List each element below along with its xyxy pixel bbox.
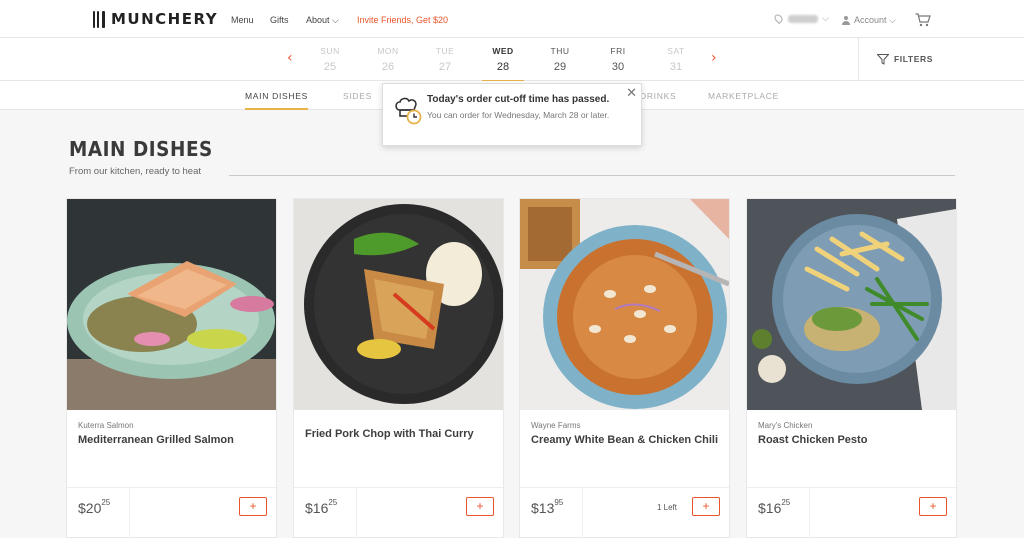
section-title: MAIN DISHES <box>69 137 213 161</box>
price-cents: 25 <box>781 498 791 508</box>
dish-card[interactable]: Fried Pork Chop with Thai Curry $1625 + <box>293 198 504 538</box>
day-number: 30 <box>611 61 625 73</box>
add-to-cart-button[interactable]: + <box>466 497 494 516</box>
date-tue: TUE 27 <box>424 46 466 73</box>
user-icon <box>842 16 850 25</box>
location-selector[interactable]: ⌵ <box>772 12 829 25</box>
day-number: 25 <box>323 61 337 73</box>
day-number: 27 <box>438 61 452 73</box>
footer-divider <box>129 488 130 538</box>
dish-name[interactable]: Roast Chicken Pesto <box>758 433 948 448</box>
dish-photo-roast-chicken-pesto[interactable] <box>747 199 956 410</box>
brand-name: MUNCHERY <box>111 10 219 28</box>
dish-footer: $2025 + <box>67 487 276 538</box>
day-of-week: WED <box>492 46 514 56</box>
day-of-week: THU <box>550 46 570 56</box>
dish-footer: $1625 + <box>294 487 503 538</box>
dish-vendor: Mary's Chicken <box>758 421 813 430</box>
dish-price: $1625 <box>758 498 791 516</box>
stock-left-count: 1 Left <box>656 503 677 512</box>
tab-sides[interactable]: SIDES <box>343 91 372 101</box>
dish-price: $1625 <box>305 498 338 516</box>
next-week-arrow-icon[interactable]: › <box>711 50 717 66</box>
dish-name[interactable]: Mediterranean Grilled Salmon <box>78 433 268 448</box>
date-sun: SUN 25 <box>309 46 351 73</box>
footer-divider <box>356 488 357 538</box>
top-navigation: MUNCHERY Menu Gifts About ⌵ Invite Frien… <box>0 0 1024 38</box>
notice-title: Today's order cut-off time has passed. <box>427 94 610 105</box>
utensils-icon <box>92 10 105 28</box>
dish-footer: $1625 + <box>747 487 956 538</box>
close-icon[interactable]: ✕ <box>626 85 637 101</box>
filters-label: FILTERS <box>894 54 933 64</box>
dish-card[interactable]: Kuterra Salmon Mediterranean Grilled Sal… <box>66 198 277 538</box>
munchery-logo[interactable]: MUNCHERY <box>92 10 218 28</box>
dish-photo-pork-chop[interactable] <box>294 199 503 410</box>
filter-funnel-icon <box>877 53 889 65</box>
dish-vendor: Kuterra Salmon <box>78 421 134 430</box>
day-of-week: SUN <box>320 46 340 56</box>
dish-price: $1395 <box>531 498 564 516</box>
section-subtitle: From our kitchen, ready to heat <box>69 166 202 177</box>
notice-body: You can order for Wednesday, March 28 or… <box>427 110 610 120</box>
location-pin-icon <box>772 12 785 25</box>
dish-card[interactable]: Wayne Farms Creamy White Bean & Chicken … <box>519 198 730 538</box>
location-redacted <box>788 14 818 23</box>
add-to-cart-button[interactable]: + <box>919 497 947 516</box>
dish-photo-white-bean-chili[interactable] <box>520 199 729 410</box>
nav-about-link[interactable]: About ⌵ <box>306 15 339 26</box>
prev-week-arrow-icon[interactable]: ‹ <box>287 50 293 66</box>
day-of-week: SAT <box>667 46 685 56</box>
price-cents: 95 <box>554 498 564 508</box>
dish-card[interactable]: Mary's Chicken Roast Chicken Pesto $1625… <box>746 198 957 538</box>
dish-name[interactable]: Fried Pork Chop with Thai Curry <box>305 427 495 442</box>
cart-icon[interactable] <box>915 13 931 27</box>
price-cents: 25 <box>101 498 111 508</box>
tab-main-dishes[interactable]: MAIN DISHES <box>245 91 308 110</box>
account-label: Account ⌵ <box>854 15 896 25</box>
day-of-week: FRI <box>610 46 626 56</box>
chevron-down-icon: ⌵ <box>822 13 829 23</box>
dish-vendor: Wayne Farms <box>531 421 581 430</box>
day-number: 26 <box>381 61 395 73</box>
footer-divider <box>582 488 583 538</box>
section-divider <box>229 175 955 176</box>
date-fri[interactable]: FRI 30 <box>597 46 639 73</box>
add-to-cart-button[interactable]: + <box>692 497 720 516</box>
nav-invite-link[interactable]: Invite Friends, Get $20 <box>357 15 448 25</box>
account-menu[interactable]: Account ⌵ <box>842 15 896 26</box>
footer-divider <box>809 488 810 538</box>
dish-photo-salmon[interactable] <box>67 199 276 410</box>
date-sat: SAT 31 <box>655 46 697 73</box>
day-number: 31 <box>669 61 683 73</box>
filters-button[interactable]: FILTERS <box>858 38 933 80</box>
nav-gifts-link[interactable]: Gifts <box>270 15 289 25</box>
add-to-cart-button[interactable]: + <box>239 497 267 516</box>
price-dollars: $13 <box>531 500 555 516</box>
price-cents: 25 <box>328 498 338 508</box>
dish-name[interactable]: Creamy White Bean & Chicken Chili <box>531 433 721 448</box>
chef-hat-clock-icon <box>395 97 422 125</box>
day-of-week: MON <box>377 46 399 56</box>
date-mon: MON 26 <box>367 46 409 73</box>
dish-price: $2025 <box>78 498 111 516</box>
tab-marketplace[interactable]: MARKETPLACE <box>708 91 779 101</box>
cutoff-notice-popup: Today's order cut-off time has passed. Y… <box>382 83 642 146</box>
day-number: 29 <box>553 61 567 73</box>
dish-footer: $1395 1 Left + <box>520 487 729 538</box>
price-dollars: $16 <box>305 500 329 516</box>
tab-drinks[interactable]: DRINKS <box>640 91 676 101</box>
price-dollars: $20 <box>78 500 102 516</box>
date-selector-bar: ‹ SUN 25 MON 26 TUE 27 WED 28 THU 29 FRI… <box>0 38 1024 82</box>
day-number: 28 <box>496 61 510 73</box>
day-of-week: TUE <box>435 46 455 56</box>
date-wed[interactable]: WED 28 <box>482 46 524 82</box>
price-dollars: $16 <box>758 500 782 516</box>
date-thu[interactable]: THU 29 <box>539 46 581 73</box>
nav-menu-link[interactable]: Menu <box>231 15 254 25</box>
